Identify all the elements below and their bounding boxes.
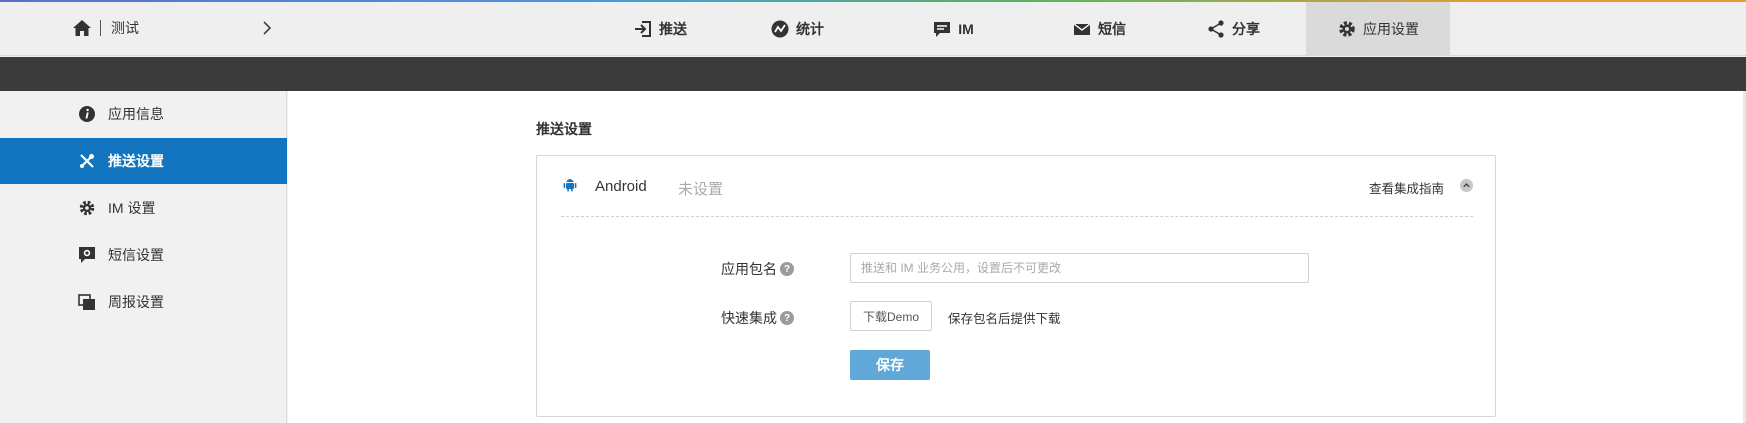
nav-item-sms[interactable]: 短信 (1054, 2, 1144, 56)
main-content: 推送设置 Android 未设置 查看集成指南 应用包名 ? 推送和 IM 业务… (288, 91, 1743, 423)
package-name-input[interactable] (850, 253, 1309, 283)
divider (561, 216, 1473, 217)
help-icon[interactable]: ? (780, 262, 794, 276)
nav-label: 应用设置 (1363, 21, 1419, 37)
wrench-icon (80, 154, 94, 168)
android-icon (563, 179, 577, 192)
nav-label: 推送 (659, 21, 687, 37)
sub-header-bar (0, 57, 1746, 91)
sidebar-item-app-info[interactable]: 应用信息 (0, 91, 287, 137)
sidebar-item-label: 周报设置 (108, 294, 164, 310)
status-text: 未设置 (678, 181, 724, 198)
sidebar-item-label: 推送设置 (108, 153, 164, 169)
sidebar-item-label: IM 设置 (108, 200, 156, 216)
nav-item-push[interactable]: 推送 (615, 2, 705, 56)
platform-card: Android 未设置 查看集成指南 应用包名 ? 快速集成 ? 下载Demo … (536, 155, 1496, 417)
message-settings-icon (79, 247, 95, 263)
nav-item-app-settings[interactable]: 应用设置 (1306, 2, 1450, 56)
sidebar-item-report-settings[interactable]: 周报设置 (0, 279, 287, 325)
card-header: Android 未设置 查看集成指南 (537, 156, 1495, 218)
top-navigation-bar: 测试 推送 统计 IM 短信 分享 应用设置 (0, 0, 1746, 56)
nav-label: 分享 (1232, 21, 1260, 37)
help-icon[interactable]: ? (780, 311, 794, 325)
gear-icon (1339, 21, 1355, 37)
nav-item-share[interactable]: 分享 (1188, 2, 1278, 56)
home-icon[interactable] (72, 18, 92, 38)
info-icon (79, 106, 95, 122)
sidebar-item-push-settings[interactable]: 推送设置 (0, 138, 287, 184)
report-icon (78, 294, 95, 310)
chat-icon (934, 22, 951, 37)
sidebar-item-im-settings[interactable]: IM 设置 (0, 185, 287, 231)
sign-in-icon (635, 21, 651, 37)
sidebar-item-label: 应用信息 (108, 106, 164, 122)
save-button[interactable]: 保存 (850, 350, 930, 380)
package-name-label: 应用包名 ? (721, 259, 794, 279)
envelope-icon (1073, 23, 1091, 35)
top-accent-line (0, 0, 1746, 2)
quick-integration-text: 快速集成 (721, 310, 777, 326)
section-title: 推送设置 (536, 121, 592, 137)
download-hint: 保存包名后提供下载 (948, 312, 1061, 326)
nav-label: IM (958, 21, 974, 37)
nav-label: 短信 (1098, 21, 1126, 37)
sidebar-item-sms-settings[interactable]: 短信设置 (0, 232, 287, 278)
integration-guide-link[interactable]: 查看集成指南 (1369, 178, 1444, 197)
download-demo-button[interactable]: 下载Demo (850, 301, 932, 331)
nav-item-stats[interactable]: 统计 (752, 2, 842, 56)
platform-name: Android (595, 178, 647, 195)
app-switcher[interactable]: 测试 (72, 16, 272, 40)
sidebar-item-label: 短信设置 (108, 247, 164, 263)
quick-integration-label: 快速集成 ? (721, 308, 794, 328)
cog-icon (79, 200, 95, 216)
separator (100, 20, 101, 36)
sidebar: 应用信息 推送设置 IM 设置 短信设置 周报设置 (0, 91, 287, 423)
app-name: 测试 (111, 20, 139, 36)
nav-item-im[interactable]: IM (908, 2, 998, 56)
share-icon (1208, 20, 1224, 38)
package-name-text: 应用包名 (721, 261, 777, 277)
chevron-right-icon[interactable] (260, 19, 274, 37)
nav-label: 统计 (796, 21, 824, 37)
chart-icon (771, 20, 789, 38)
chevron-up-icon[interactable] (1460, 179, 1473, 192)
